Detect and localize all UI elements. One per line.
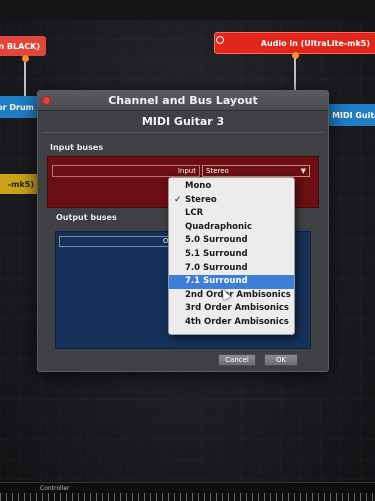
menu-item-7-0-surround[interactable]: 7.0 Surround [169, 262, 294, 276]
node-mk5[interactable]: -mk5) [0, 174, 40, 194]
menu-item-7-1-surround[interactable]: 7.1 Surround [169, 275, 294, 289]
menu-item-lcr[interactable]: LCR [169, 207, 294, 221]
menu-item-label: 7.1 Surround [185, 276, 248, 287]
dialog-title: Channel and Bus Layout [108, 94, 258, 107]
node-edrumin[interactable]: s in (eDrumIn BLACK) [0, 36, 46, 56]
input-layout-value: Stereo [206, 167, 229, 175]
menu-item-3rd-order-ambisonics[interactable]: 3rd Order Ambisonics [169, 302, 294, 316]
bottom-toolbar: Controller [0, 482, 375, 501]
close-icon[interactable] [42, 96, 51, 105]
menu-item-label: 5.0 Surround [185, 235, 248, 246]
menu-item-label: 2nd Order Ambisonics [185, 289, 291, 300]
dropdown-arrow-icon: ▼ [300, 167, 306, 175]
output-buses-label: Output buses [56, 213, 117, 222]
menu-item-quadraphonic[interactable]: Quadraphonic [169, 221, 294, 235]
cancel-button[interactable]: Cancel [218, 354, 256, 366]
bus-layout-menu: Mono ✓ Stereo LCR Quadraphonic 5.0 Surro… [168, 177, 295, 335]
ok-button[interactable]: OK [264, 354, 298, 366]
menu-item-label: 5.1 Surround [185, 248, 248, 259]
node-mk5-label: -mk5) [7, 179, 34, 189]
menu-item-label: Mono [185, 181, 212, 191]
checkmark-icon: ✓ [174, 194, 182, 205]
menu-item-label: LCR [185, 208, 204, 219]
menu-item-4th-order-ambisonics[interactable]: 4th Order Ambisonics [169, 316, 294, 330]
node-superior-drummer[interactable]: uperior Drum [0, 96, 40, 118]
menu-item-mono[interactable]: Mono [169, 180, 294, 194]
connection-port[interactable] [22, 55, 29, 62]
input-row-label: Input [52, 165, 200, 177]
menu-item-5-0-surround[interactable]: 5.0 Surround [169, 234, 294, 248]
node-midi-guitar[interactable]: MIDI Guitar 3 [326, 104, 375, 126]
menu-item-label: 3rd Order Ambisonics [185, 303, 289, 314]
dialog-titlebar[interactable]: Channel and Bus Layout [38, 91, 328, 111]
menu-item-label: 7.0 Surround [185, 262, 248, 273]
plugin-name: MIDI Guitar 3 [42, 111, 324, 133]
node-superior-drummer-label: uperior Drum [0, 102, 34, 112]
top-strip [0, 0, 375, 20]
node-edrumin-label: s in (eDrumIn BLACK) [0, 41, 40, 51]
menu-item-label: Quadraphonic [185, 221, 253, 232]
node-audio-in[interactable]: Audio in (UltraLite-mk5) [214, 32, 375, 54]
input-buses-label: Input buses [50, 143, 104, 152]
menu-item-label: Stereo [185, 194, 217, 205]
output-row-label: Ou [59, 236, 177, 247]
node-midi-guitar-label: MIDI Guitar 3 [332, 110, 375, 120]
node-audio-in-label: Audio in (UltraLite-mk5) [260, 38, 370, 48]
input-layout-select[interactable]: Stereo ▼ [202, 165, 310, 177]
menu-item-stereo[interactable]: ✓ Stereo [169, 194, 294, 208]
menu-item-2nd-order-ambisonics[interactable]: 2nd Order Ambisonics [169, 289, 294, 303]
connection-wire [24, 62, 26, 96]
connection-wire [294, 58, 296, 90]
menu-item-5-1-surround[interactable]: 5.1 Surround [169, 248, 294, 262]
node-record-icon[interactable] [216, 36, 224, 44]
menu-item-label: 4th Order Ambisonics [185, 316, 289, 327]
controller-label: Controller [40, 485, 70, 492]
